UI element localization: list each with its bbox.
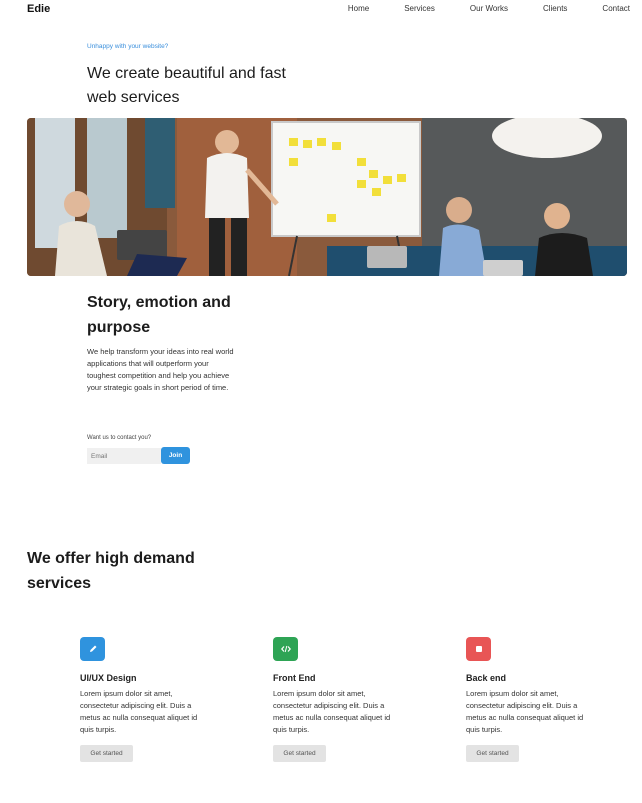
nav-link-services[interactable]: Services	[404, 4, 435, 13]
story-description: We help transform your ideas into real w…	[87, 347, 234, 392]
team-meeting-illustration	[27, 118, 627, 276]
nav-link-clients[interactable]: Clients	[543, 4, 567, 13]
top-navigation: Edie Home Services Our Works Clients Con…	[0, 0, 642, 18]
hero-title: We create beautiful and fast web service…	[87, 65, 286, 106]
nav-links: Home Services Our Works Clients Contact	[313, 4, 630, 13]
nav-link-contact[interactable]: Contact	[602, 4, 630, 13]
join-button[interactable]: Join	[161, 447, 190, 464]
service-card-back-end: Back end Lorem ipsum dolor sit amet, con…	[466, 637, 596, 762]
card-title: UI/UX Design	[80, 673, 137, 683]
card-description: Lorem ipsum dolor sit amet, consectetur …	[273, 689, 391, 734]
square-icon	[466, 637, 491, 661]
brand-logo[interactable]: Edie	[27, 3, 50, 15]
service-card-front-end: Front End Lorem ipsum dolor sit amet, co…	[273, 637, 403, 762]
nav-link-our-works[interactable]: Our Works	[470, 4, 508, 13]
get-started-button[interactable]: Get started	[80, 745, 133, 762]
hero-photo	[27, 118, 627, 276]
hero-eyebrow: Unhappy with your website?	[87, 43, 169, 50]
get-started-button[interactable]: Get started	[466, 745, 519, 762]
card-description: Lorem ipsum dolor sit amet, consectetur …	[466, 689, 584, 734]
card-title: Back end	[466, 673, 507, 683]
email-input[interactable]	[87, 448, 161, 464]
code-icon	[273, 637, 298, 661]
pencil-icon	[80, 637, 105, 661]
services-title: We offer high demand services	[27, 550, 195, 592]
card-title: Front End	[273, 673, 316, 683]
nav-link-home[interactable]: Home	[348, 4, 369, 13]
story-title: Story, emotion and purpose	[87, 294, 231, 336]
service-card-ui-ux: UI/UX Design Lorem ipsum dolor sit amet,…	[80, 637, 210, 762]
card-description: Lorem ipsum dolor sit amet, consectetur …	[80, 689, 198, 734]
get-started-button[interactable]: Get started	[273, 745, 326, 762]
contact-label: Want us to contact you?	[87, 435, 152, 441]
